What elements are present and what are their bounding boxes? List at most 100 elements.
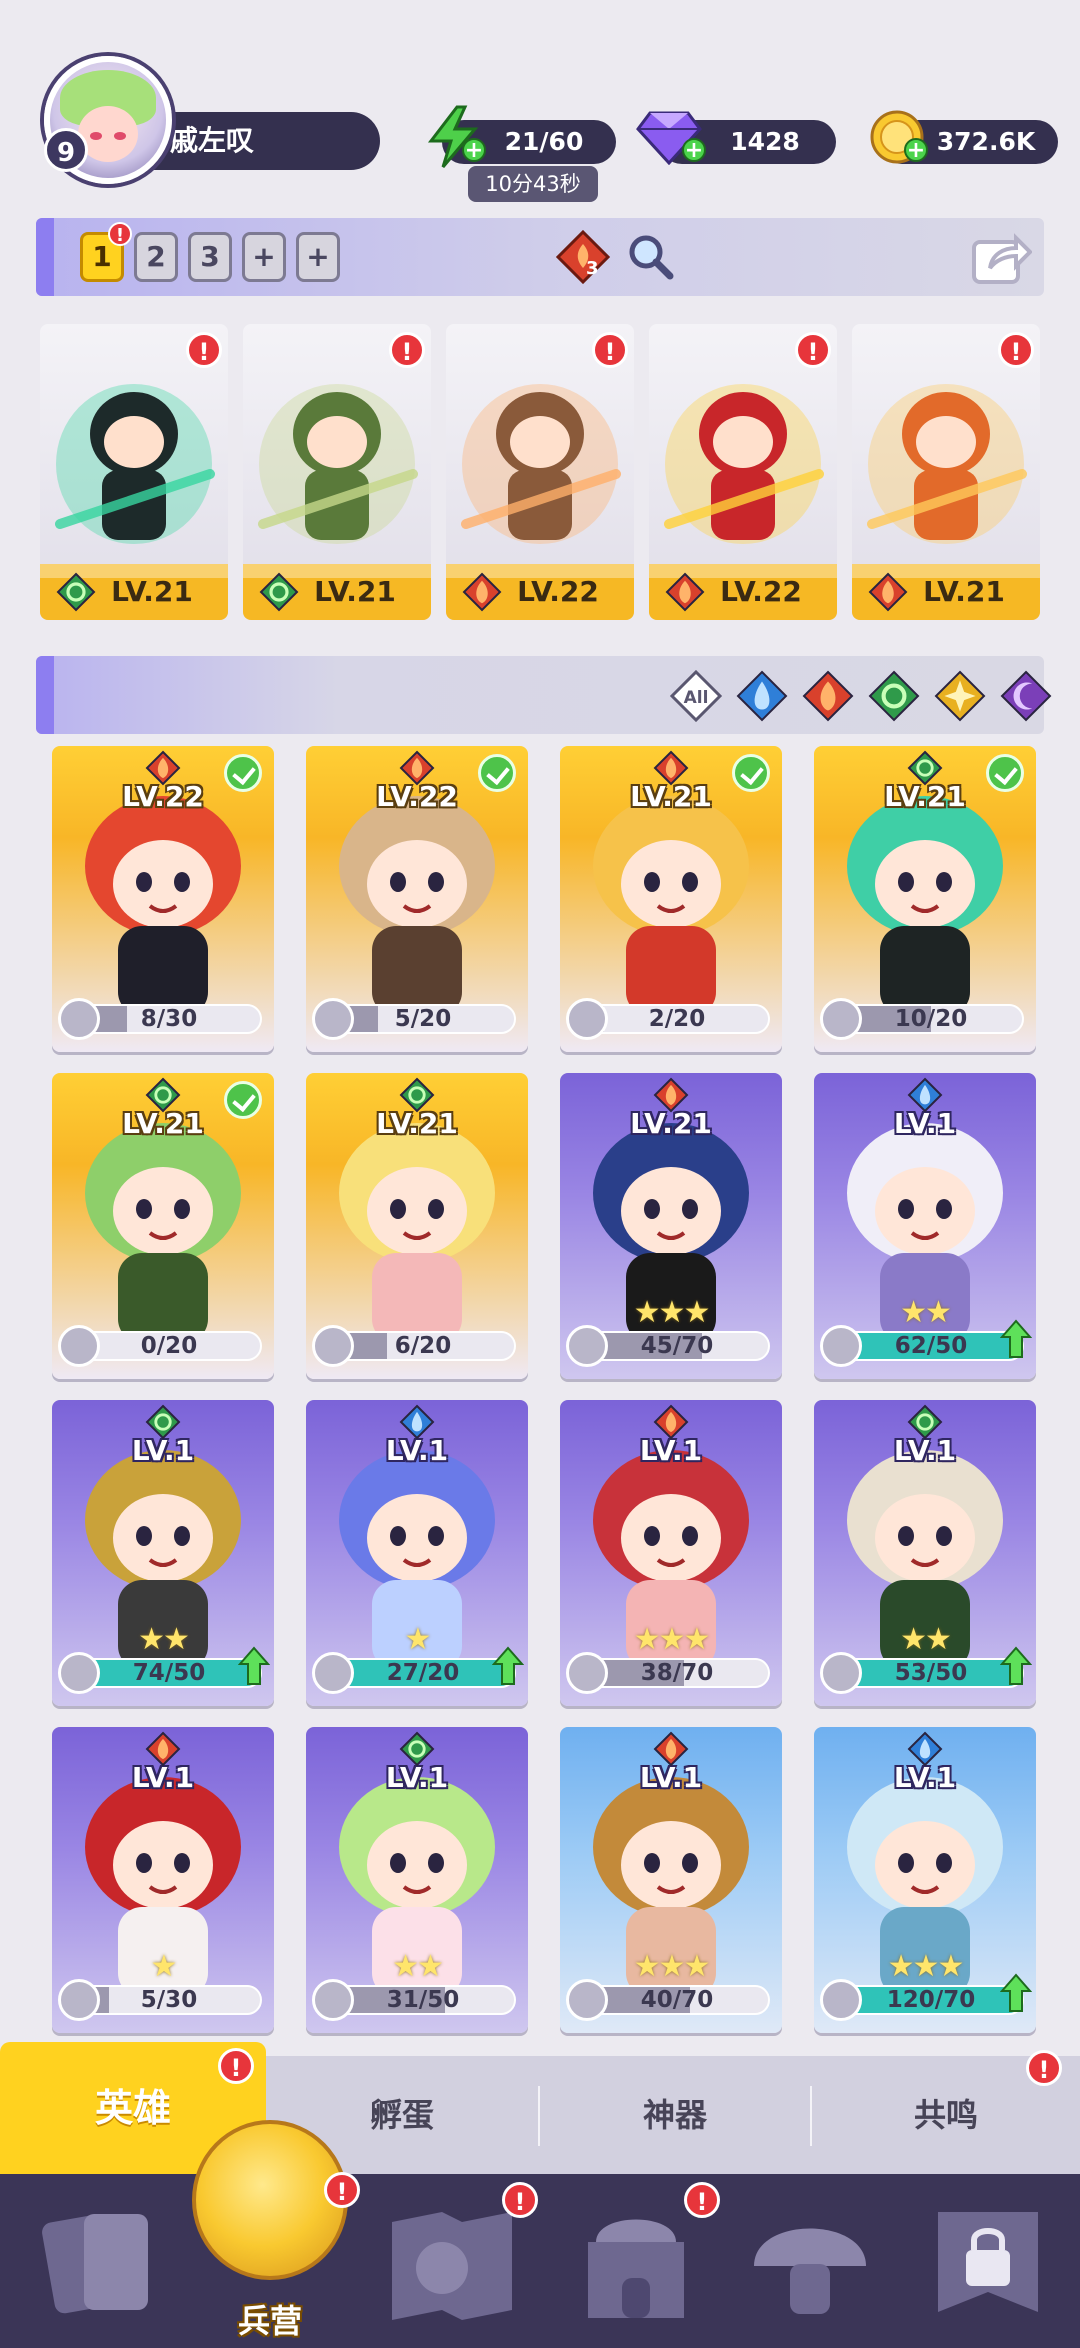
wind-element-icon [399, 1731, 435, 1767]
hero-shard-progress: 62/50 [838, 1331, 1024, 1361]
team-card[interactable]: LV.22 [446, 324, 634, 620]
fire-crystal-count: 3 [586, 258, 599, 279]
avatar-eye [90, 132, 102, 140]
filter-wind-button[interactable] [868, 670, 920, 722]
gem-plus-button[interactable]: + [682, 138, 706, 162]
coin-plus-button[interactable]: + [904, 138, 928, 162]
filter-water-button[interactable] [736, 670, 788, 722]
hero-shard-progress: 45/70 [584, 1331, 770, 1361]
hero-card[interactable]: LV.21 10/20 [814, 746, 1036, 1052]
water-element-icon [907, 1731, 943, 1767]
fire-element-icon [653, 1404, 689, 1440]
hero-shard-progress: 53/50 [838, 1658, 1024, 1688]
in-team-check-icon [732, 754, 770, 792]
team-card[interactable]: LV.22 [649, 324, 837, 620]
hero-shard-count: 27/20 [386, 1660, 460, 1686]
avatar-eye [114, 132, 126, 140]
hero-shard-progress: 74/50 [76, 1658, 262, 1688]
hero-card[interactable]: LV.1 ★★ 31/50 [306, 1727, 528, 2033]
hero-shard-progress: 27/20 [330, 1658, 516, 1688]
upgrade-arrow-icon[interactable] [1000, 1973, 1032, 2013]
hero-shard-progress: 120/70 [838, 1985, 1024, 2015]
hero-card[interactable]: LV.1 ★★ 74/50 [52, 1400, 274, 1706]
upgrade-arrow-icon[interactable] [238, 1646, 270, 1686]
cards-icon[interactable] [32, 2192, 172, 2332]
sub-tab-bar: 英雄 ! 孵蛋 神器 共鸣 ! [0, 2042, 1080, 2174]
hero-card[interactable]: LV.21 0/20 [52, 1073, 274, 1379]
wind-element-icon [907, 1404, 943, 1440]
hero-shard-progress: 40/70 [584, 1985, 770, 2015]
hero-shard-progress: 8/30 [76, 1004, 262, 1034]
hero-card[interactable]: LV.21 6/20 [306, 1073, 528, 1379]
fire-element-icon [145, 750, 181, 786]
mushroom-icon[interactable] [740, 2192, 880, 2332]
hero-stars: ★★★ [633, 1295, 711, 1330]
hero-shard-count: 40/70 [640, 1987, 714, 2013]
hero-shard-icon [312, 1979, 354, 2021]
filter-light-button[interactable] [934, 670, 986, 722]
tab-resonance-alert: ! [1026, 2050, 1062, 2086]
upgrade-arrow-icon[interactable] [1000, 1319, 1032, 1359]
filter-all-button[interactable]: All [670, 670, 722, 722]
fire-crystal-icon[interactable] [556, 230, 610, 284]
share-icon[interactable] [970, 228, 1032, 286]
magnifier-icon[interactable] [626, 232, 676, 282]
hero-shard-icon [820, 1979, 862, 2021]
energy-timer: 10分43秒 [468, 166, 598, 202]
wind-element-icon [145, 1404, 181, 1440]
barracks-alert: ! [324, 2172, 360, 2208]
hero-shard-progress: 31/50 [330, 1985, 516, 2015]
in-team-check-icon [478, 754, 516, 792]
team-card[interactable]: LV.21 [243, 324, 431, 620]
hero-card[interactable]: LV.22 8/30 [52, 746, 274, 1052]
fire-element-icon [399, 750, 435, 786]
wind-element-icon [907, 750, 943, 786]
hero-shard-count: 31/50 [386, 1987, 460, 2013]
hero-card[interactable]: LV.1 ★★★ 40/70 [560, 1727, 782, 2033]
hero-card[interactable]: LV.21 ★★★ 45/70 [560, 1073, 782, 1379]
filter-fire-button[interactable] [802, 670, 854, 722]
team-slot-alert: ! [108, 222, 132, 246]
hero-shard-icon [58, 998, 100, 1040]
team-card[interactable]: LV.21 [40, 324, 228, 620]
team-slot-3[interactable]: 3 [188, 232, 232, 282]
water-element-icon [907, 1077, 943, 1113]
upgrade-arrow-icon[interactable] [492, 1646, 524, 1686]
hero-card[interactable]: LV.22 5/20 [306, 746, 528, 1052]
fire-element-icon [653, 750, 689, 786]
fire-element-icon [868, 572, 908, 612]
fire-element-icon [665, 572, 705, 612]
energy-plus-button[interactable]: + [462, 138, 486, 162]
hero-card[interactable]: LV.1 ★ 27/20 [306, 1400, 528, 1706]
team-slot-2[interactable]: 2 [134, 232, 178, 282]
filter-dark-button[interactable] [1000, 670, 1052, 722]
upgrade-arrow-icon[interactable] [1000, 1646, 1032, 1686]
hero-stars: ★ [150, 1949, 178, 1984]
hero-shard-icon [312, 1325, 354, 1367]
team-card-alert: ! [389, 332, 425, 368]
wind-element-icon [259, 572, 299, 612]
lock-icon[interactable] [918, 2192, 1058, 2332]
hero-shard-progress: 38/70 [584, 1658, 770, 1688]
hero-card[interactable]: LV.21 2/20 [560, 746, 782, 1052]
team-slot-add-2[interactable]: + [296, 232, 340, 282]
team-slot-add-1[interactable]: + [242, 232, 286, 282]
hero-shard-count: 38/70 [640, 1660, 714, 1686]
hero-card[interactable]: LV.1 ★★ 53/50 [814, 1400, 1036, 1706]
nav-barracks[interactable]: 兵营 [188, 2120, 352, 2348]
hero-card[interactable]: LV.1 ★ 5/30 [52, 1727, 274, 2033]
castle-icon[interactable] [566, 2192, 706, 2332]
in-team-check-icon [224, 754, 262, 792]
tab-artifacts[interactable]: 神器 [540, 2056, 810, 2174]
hero-shard-icon [820, 998, 862, 1040]
fire-element-icon [145, 1731, 181, 1767]
hero-card[interactable]: LV.1 ★★ 62/50 [814, 1073, 1036, 1379]
hero-shard-count: 120/70 [886, 1987, 976, 2013]
map-book-icon[interactable] [382, 2192, 522, 2332]
team-card[interactable]: LV.21 [852, 324, 1040, 620]
team-card-alert: ! [998, 332, 1034, 368]
map-alert: ! [502, 2182, 538, 2218]
hero-stars: ★★ [392, 1949, 444, 1984]
hero-card[interactable]: LV.1 ★★★ 38/70 [560, 1400, 782, 1706]
hero-card[interactable]: LV.1 ★★★ 120/70 [814, 1727, 1036, 2033]
